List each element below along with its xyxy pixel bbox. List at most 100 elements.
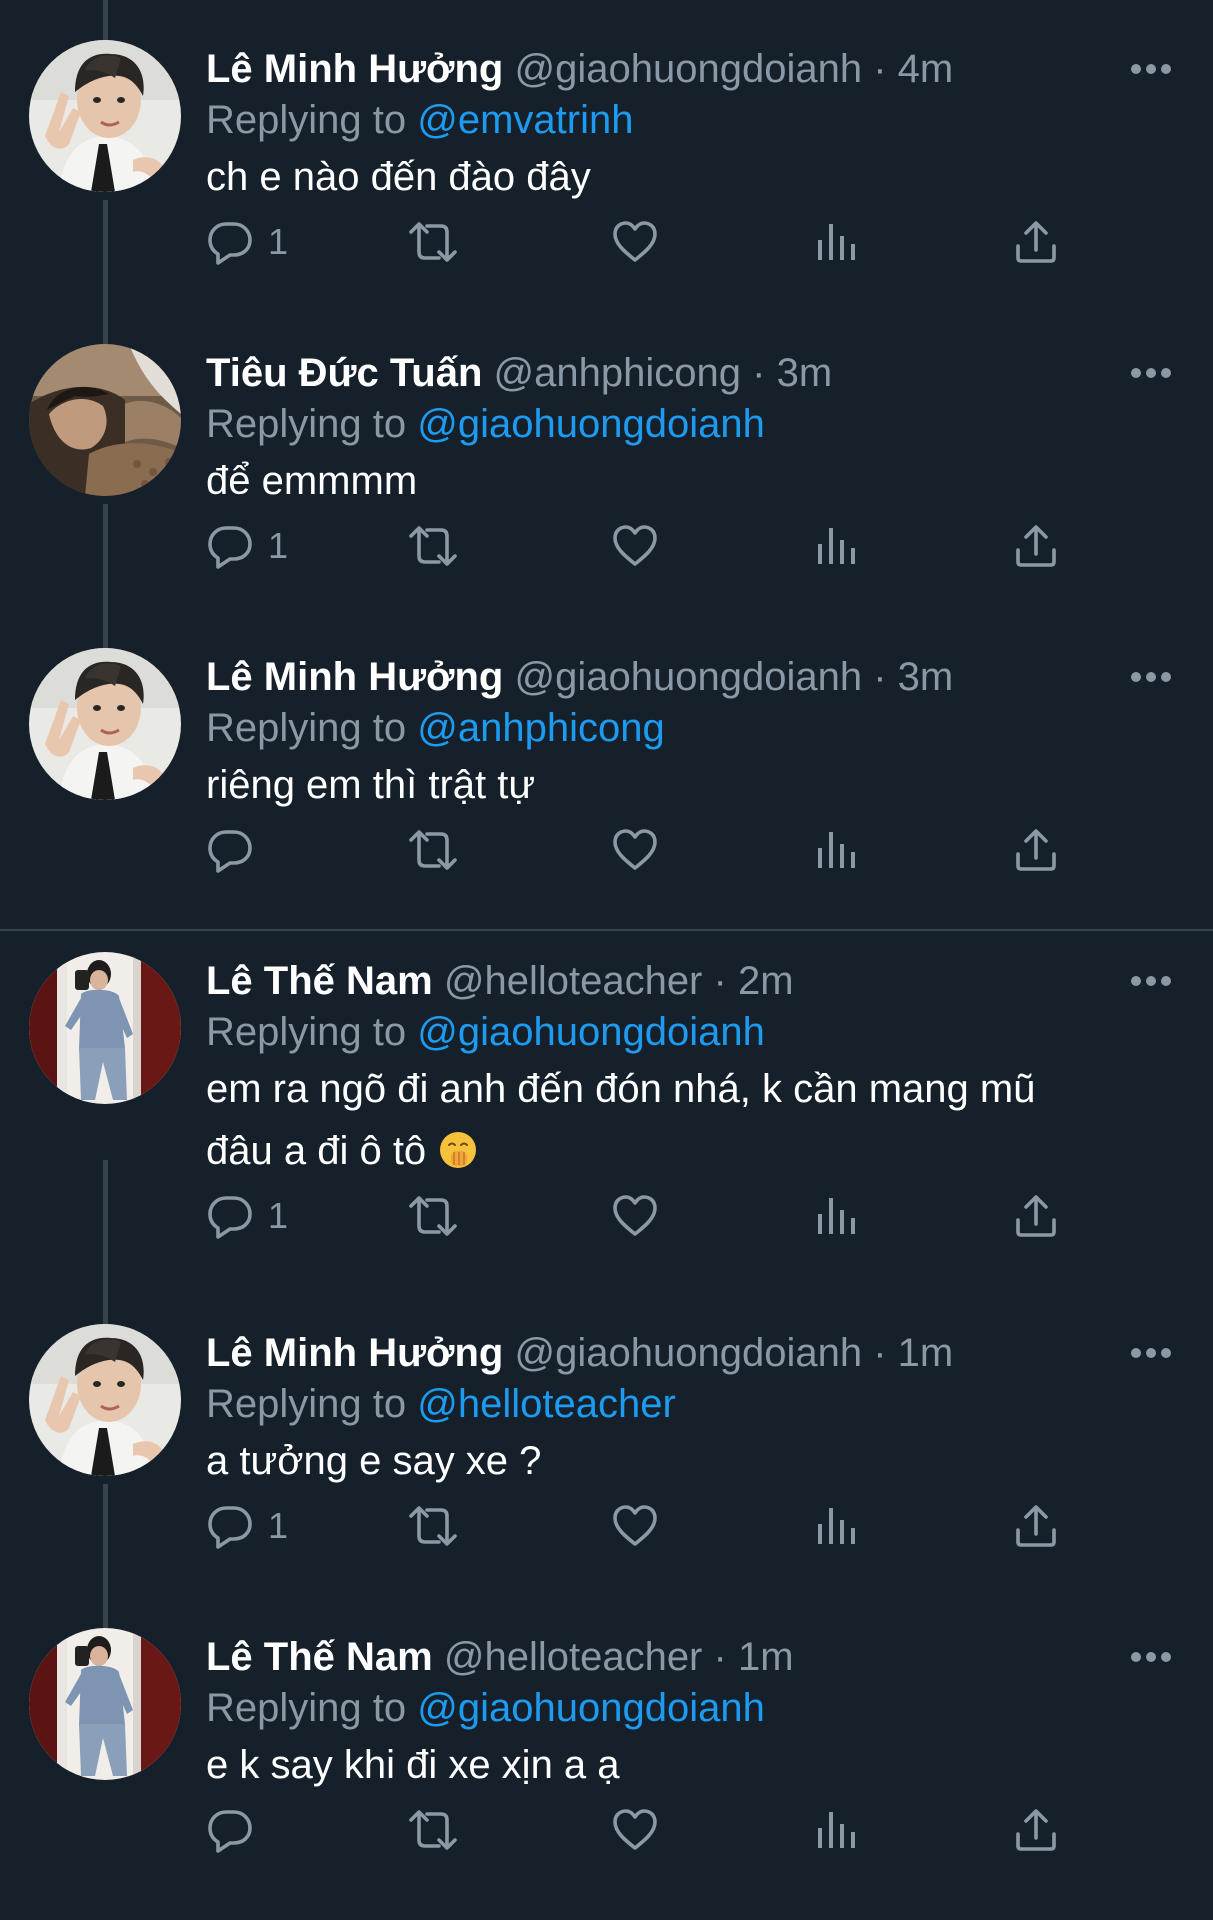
display-name[interactable]: Lê Minh Hưởng — [206, 47, 503, 91]
retweet-icon[interactable] — [406, 826, 460, 874]
heart-icon[interactable] — [611, 1502, 659, 1550]
retweet-button[interactable] — [406, 1496, 460, 1556]
timestamp[interactable]: 3m — [777, 351, 833, 395]
replying-to-mention[interactable]: @giaohuongdoianh — [417, 1686, 765, 1730]
share-icon[interactable] — [1012, 1192, 1060, 1240]
share-button[interactable] — [1012, 820, 1060, 880]
reply-icon[interactable] — [206, 218, 254, 266]
tweet[interactable]: Lê Minh Hưởng @giaohuongdoianh · 3m Reply… — [0, 608, 1213, 912]
more-horizontal-icon[interactable] — [1130, 1346, 1172, 1360]
replying-to-mention[interactable]: @helloteacher — [417, 1382, 676, 1426]
reply-icon[interactable] — [206, 1192, 254, 1240]
heart-button[interactable] — [611, 820, 659, 880]
views-icon[interactable] — [812, 1192, 860, 1240]
reply-button[interactable] — [206, 820, 268, 880]
views-button[interactable] — [812, 1496, 860, 1556]
display-name[interactable]: Lê Thế Nam — [206, 959, 433, 1003]
retweet-button[interactable] — [406, 1800, 460, 1860]
avatar-le-minh-huong[interactable] — [29, 648, 181, 800]
retweet-button[interactable] — [406, 212, 460, 272]
more-horizontal-icon[interactable] — [1130, 1650, 1172, 1664]
display-name[interactable]: Lê Minh Hưởng — [206, 655, 503, 699]
views-icon[interactable] — [812, 1806, 860, 1854]
retweet-icon[interactable] — [406, 1192, 460, 1240]
timestamp[interactable]: 3m — [898, 655, 954, 699]
user-handle[interactable]: @giaohuongdoianh — [515, 1331, 863, 1375]
display-name[interactable]: Tiêu Đức Tuấn — [206, 351, 482, 395]
views-button[interactable] — [812, 1186, 860, 1246]
retweet-button[interactable] — [406, 516, 460, 576]
avatar-tieu-duc-tuan[interactable] — [29, 344, 181, 496]
reply-icon[interactable] — [206, 1806, 254, 1854]
timestamp[interactable]: 4m — [898, 47, 954, 91]
timestamp[interactable]: 1m — [898, 1331, 954, 1375]
share-icon[interactable] — [1012, 826, 1060, 874]
more-horizontal-icon[interactable] — [1130, 62, 1172, 76]
reply-icon[interactable] — [206, 522, 254, 570]
views-button[interactable] — [812, 516, 860, 576]
user-handle[interactable]: @giaohuongdoianh — [515, 47, 863, 91]
retweet-button[interactable] — [406, 820, 460, 880]
share-button[interactable] — [1012, 1496, 1060, 1556]
reply-button[interactable]: 1 — [206, 1496, 288, 1556]
more-horizontal-icon[interactable] — [1130, 366, 1172, 380]
avatar-le-the-nam[interactable] — [29, 1628, 181, 1780]
views-icon[interactable] — [812, 826, 860, 874]
avatar-le-minh-huong[interactable] — [29, 40, 181, 192]
user-handle[interactable]: @helloteacher — [444, 959, 703, 1003]
avatar-le-minh-huong[interactable] — [29, 1324, 181, 1476]
user-handle[interactable]: @giaohuongdoianh — [515, 655, 863, 699]
reply-button[interactable] — [206, 1800, 268, 1860]
heart-icon[interactable] — [611, 826, 659, 874]
user-handle[interactable]: @helloteacher — [444, 1635, 703, 1679]
retweet-icon[interactable] — [406, 1806, 460, 1854]
replying-to-mention[interactable]: @emvatrinh — [417, 98, 633, 142]
more-horizontal-icon[interactable] — [1130, 974, 1172, 988]
views-button[interactable] — [812, 1800, 860, 1860]
more-horizontal-icon[interactable] — [1130, 670, 1172, 684]
heart-button[interactable] — [611, 1496, 659, 1556]
views-icon[interactable] — [812, 1502, 860, 1550]
reply-button[interactable]: 1 — [206, 1186, 288, 1246]
retweet-button[interactable] — [406, 1186, 460, 1246]
views-button[interactable] — [812, 820, 860, 880]
share-button[interactable] — [1012, 212, 1060, 272]
share-button[interactable] — [1012, 1800, 1060, 1860]
reply-icon[interactable] — [206, 826, 254, 874]
heart-icon[interactable] — [611, 1806, 659, 1854]
retweet-icon[interactable] — [406, 1502, 460, 1550]
heart-icon[interactable] — [611, 1192, 659, 1240]
heart-button[interactable] — [611, 516, 659, 576]
reply-button[interactable]: 1 — [206, 516, 288, 576]
share-icon[interactable] — [1012, 1806, 1060, 1854]
views-button[interactable] — [812, 212, 860, 272]
reply-button[interactable]: 1 — [206, 212, 288, 272]
retweet-icon[interactable] — [406, 522, 460, 570]
timestamp[interactable]: 2m — [738, 959, 794, 1003]
heart-button[interactable] — [611, 1800, 659, 1860]
heart-icon[interactable] — [611, 522, 659, 570]
share-button[interactable] — [1012, 1186, 1060, 1246]
tweet[interactable]: Lê Minh Hưởng @giaohuongdoianh · 4m Reply… — [0, 0, 1213, 304]
heart-icon[interactable] — [611, 218, 659, 266]
share-icon[interactable] — [1012, 522, 1060, 570]
share-icon[interactable] — [1012, 1502, 1060, 1550]
views-icon[interactable] — [812, 522, 860, 570]
tweet[interactable]: Lê Thế Nam @helloteacher · 2m Replying to… — [0, 912, 1213, 1216]
tweet[interactable]: Lê Minh Hưởng @giaohuongdoianh · 1m Reply… — [0, 1284, 1213, 1588]
replying-to-mention[interactable]: @giaohuongdoianh — [417, 1010, 765, 1054]
share-button[interactable] — [1012, 516, 1060, 576]
display-name[interactable]: Lê Minh Hưởng — [206, 1331, 503, 1375]
avatar-le-the-nam[interactable] — [29, 952, 181, 1104]
display-name[interactable]: Lê Thế Nam — [206, 1635, 433, 1679]
timestamp[interactable]: 1m — [738, 1635, 794, 1679]
share-icon[interactable] — [1012, 218, 1060, 266]
reply-icon[interactable] — [206, 1502, 254, 1550]
replying-to-mention[interactable]: @giaohuongdoianh — [417, 402, 765, 446]
heart-button[interactable] — [611, 212, 659, 272]
replying-to-mention[interactable]: @anhphicong — [417, 706, 664, 750]
tweet[interactable]: Tiêu Đức Tuấn @anhphicong · 3m Replying t… — [0, 304, 1213, 608]
views-icon[interactable] — [812, 218, 860, 266]
heart-button[interactable] — [611, 1186, 659, 1246]
retweet-icon[interactable] — [406, 218, 460, 266]
